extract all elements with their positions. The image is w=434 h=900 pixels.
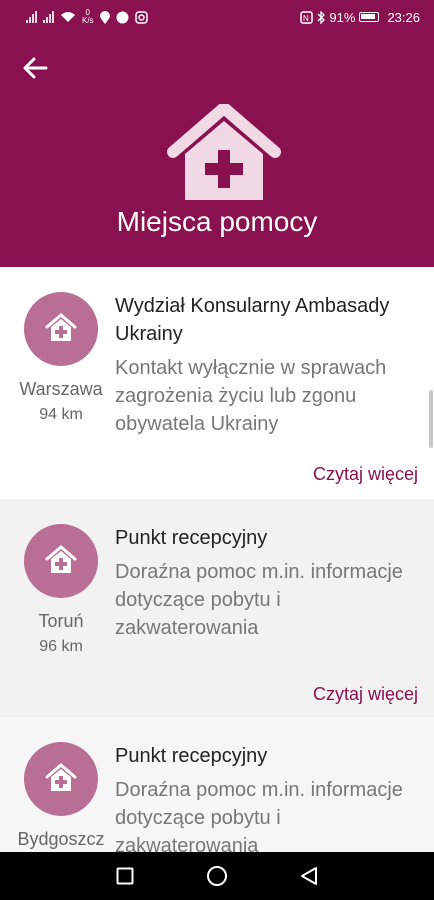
arrow-left-icon[interactable] — [22, 56, 48, 80]
system-nav-bar — [0, 852, 434, 900]
place-title: Punkt recepcyjny — [115, 527, 268, 549]
instagram-icon — [134, 10, 148, 24]
svg-text:N: N — [303, 14, 309, 23]
list-item[interactable]: Bydgoszcz Punkt recepcyjny Doraźna pomoc… — [0, 717, 434, 852]
house-medical-icon — [45, 545, 77, 573]
messenger-icon — [116, 11, 129, 23]
list-item[interactable]: Warszawa 94 km Wydział Konsularny Ambasa… — [0, 267, 434, 499]
list-item[interactable]: Toruń 96 km Punkt recepcyjny Doraźna pom… — [0, 499, 434, 717]
network-speed: 0 K/s — [82, 8, 94, 25]
page-title: Miejsca pomocy — [116, 206, 318, 237]
places-list[interactable]: Warszawa 94 km Wydział Konsularny Ambasa… — [0, 267, 434, 852]
bluetooth-icon — [317, 10, 326, 24]
place-description: Doraźna pomoc m.in. informacje dotyczące… — [115, 561, 403, 639]
read-more-link[interactable]: Czytaj więcej — [313, 464, 418, 485]
place-title: Wydział Konsularny Ambasady Ukrainy — [115, 295, 390, 345]
battery-percent: 91% — [329, 9, 356, 25]
place-distance: 94 km — [39, 406, 83, 423]
battery-icon — [359, 12, 380, 22]
square-icon[interactable] — [116, 867, 134, 885]
place-title: Punkt recepcyjny — [115, 745, 268, 767]
house-medical-icon — [167, 104, 281, 200]
place-city: Bydgoszcz — [17, 829, 105, 849]
signal-icon — [26, 11, 37, 23]
clock: 23:26 — [387, 9, 420, 25]
house-medical-icon — [45, 763, 77, 791]
page-header: Miejsca pomocy — [0, 34, 434, 267]
status-bar: 0 K/s N 91% 23:26 — [0, 0, 434, 34]
place-avatar — [24, 524, 98, 598]
place-description: Kontakt wyłącznie w sprawach zagrożenia … — [115, 357, 387, 435]
triangle-back-icon[interactable] — [300, 866, 318, 886]
circle-icon[interactable] — [206, 865, 228, 887]
place-description: Doraźna pomoc m.in. informacje dotyczące… — [115, 779, 403, 852]
wifi-icon — [61, 12, 75, 22]
place-avatar — [24, 292, 98, 366]
nfc-icon: N — [300, 10, 314, 24]
read-more-link[interactable]: Czytaj więcej — [313, 684, 418, 705]
signal-icon — [43, 11, 54, 23]
house-medical-icon — [45, 313, 77, 341]
place-distance: 96 km — [39, 638, 83, 655]
place-avatar — [24, 742, 98, 816]
place-city: Warszawa — [19, 379, 103, 399]
place-city: Toruń — [38, 611, 84, 631]
location-icon — [99, 10, 110, 24]
scrollbar[interactable] — [429, 390, 433, 448]
